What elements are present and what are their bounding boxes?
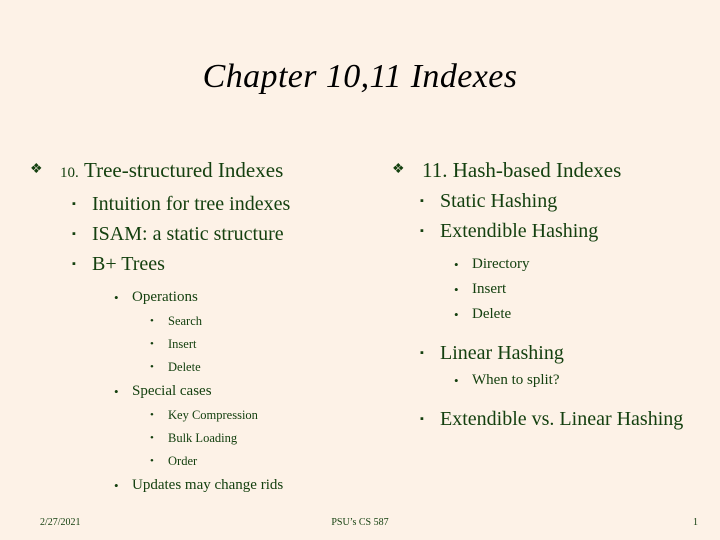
round-bullet-icon: • [150, 361, 154, 373]
left-heading-text: 10. Tree-structured Indexes [60, 155, 390, 188]
right-heading-label: Hash-based Indexes [452, 158, 622, 182]
round-bullet-icon: • [114, 290, 119, 305]
square-bullet-icon: ▪ [420, 225, 424, 237]
list-item: • Special cases [114, 379, 390, 404]
right-column: ❖ 11. Hash-based Indexes ▪ Static Hashin… [392, 155, 692, 434]
list-item-label: Insert [472, 281, 507, 297]
round-bullet-icon: • [114, 384, 119, 399]
right-heading-number: 11. [422, 158, 448, 182]
list-item: ▪ Static Hashing [420, 186, 692, 216]
list-item-label: Special cases [132, 383, 212, 399]
left-heading-number: 10. [60, 165, 79, 181]
diamond-bullet-icon: ❖ [30, 162, 43, 177]
round-bullet-icon: • [150, 409, 154, 421]
left-column: ❖ 10. Tree-structured Indexes ▪ Intuitio… [30, 155, 390, 498]
left-heading-label: Tree-structured Indexes [84, 158, 284, 182]
list-item-label: Delete [472, 306, 512, 322]
list-item-label: Linear Hashing [440, 342, 564, 364]
list-item: ▪ Linear Hashing [420, 338, 692, 368]
square-bullet-icon: ▪ [420, 195, 424, 207]
slide-footer: 2/27/2021 PSU’s CS 587 1 [0, 506, 720, 540]
list-item-label: When to split? [472, 372, 560, 388]
list-item: • Key Compression [150, 404, 390, 427]
square-bullet-icon: ▪ [420, 413, 424, 425]
right-heading-row: ❖ 11. Hash-based Indexes [392, 155, 692, 185]
list-item: ▪ ISAM: a static structure [72, 219, 390, 249]
round-bullet-icon: • [454, 307, 459, 322]
footer-page-number: 1 [693, 517, 698, 528]
list-item: • Bulk Loading [150, 427, 390, 450]
list-item-label: Static Hashing [440, 190, 558, 212]
round-bullet-icon: • [150, 315, 154, 327]
list-item: • Operations [114, 285, 390, 310]
list-item-label: Insert [168, 337, 197, 351]
list-item-label: Operations [132, 289, 198, 305]
round-bullet-icon: • [150, 338, 154, 350]
list-item: • When to split? [454, 368, 692, 393]
square-bullet-icon: ▪ [420, 347, 424, 359]
list-item-label: Order [168, 454, 198, 468]
list-item: • Delete [150, 356, 390, 379]
list-item-label: Directory [472, 256, 530, 272]
slide: Chapter 10,11 Indexes ❖ 10. Tree-structu… [0, 0, 720, 540]
list-item-label: B+ Trees [92, 253, 165, 275]
page-title: Chapter 10,11 Indexes [202, 58, 518, 95]
list-item-label: Extendible vs. Linear Hashing [440, 408, 684, 430]
list-item-label: Intuition for tree indexes [92, 193, 291, 215]
list-item-label: Key Compression [168, 408, 258, 422]
square-bullet-icon: ▪ [72, 198, 76, 210]
list-item: • Insert [150, 333, 390, 356]
list-item: • Delete [454, 302, 692, 327]
list-item-label: Updates may change rids [132, 477, 284, 493]
list-item: • Updates may change rids [114, 473, 390, 498]
list-item: • Insert [454, 277, 692, 302]
list-item-label: Delete [168, 360, 201, 374]
round-bullet-icon: • [454, 257, 459, 272]
left-heading-row: ❖ 10. Tree-structured Indexes [30, 155, 390, 188]
diamond-bullet-icon: ❖ [392, 162, 405, 177]
list-item: • Order [150, 450, 390, 473]
list-item-label: Bulk Loading [168, 431, 238, 445]
list-item: ▪ Intuition for tree indexes [72, 189, 390, 219]
list-item: • Directory [454, 252, 692, 277]
right-heading-text: 11. Hash-based Indexes [422, 155, 692, 185]
list-item: ▪ Extendible Hashing [420, 216, 692, 246]
square-bullet-icon: ▪ [72, 258, 76, 270]
list-item-label: Extendible Hashing [440, 220, 599, 242]
list-item: ▪ Extendible vs. Linear Hashing [420, 404, 692, 434]
round-bullet-icon: • [454, 282, 459, 297]
round-bullet-icon: • [114, 478, 119, 493]
footer-course: PSU’s CS 587 [331, 517, 389, 528]
round-bullet-icon: • [150, 455, 154, 467]
list-item-label: Search [168, 314, 203, 328]
list-item-label: ISAM: a static structure [92, 223, 284, 245]
round-bullet-icon: • [454, 373, 459, 388]
square-bullet-icon: ▪ [72, 228, 76, 240]
round-bullet-icon: • [150, 432, 154, 444]
list-item: • Search [150, 310, 390, 333]
list-item: ▪ B+ Trees [72, 249, 390, 279]
